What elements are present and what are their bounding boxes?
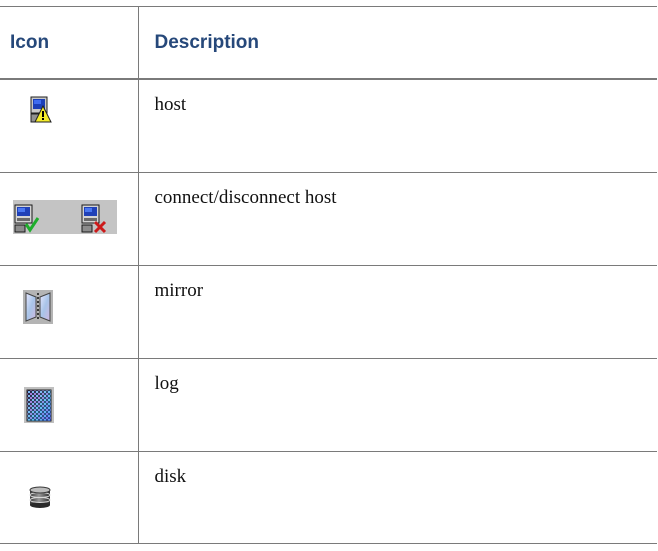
table-row: log bbox=[0, 358, 657, 452]
table-row: disk bbox=[0, 451, 657, 544]
description-cell: host bbox=[137, 78, 657, 173]
table-header-row: Icon Description bbox=[0, 6, 657, 80]
table-row: connect/disconnect host bbox=[0, 172, 657, 266]
description-column-header: Description bbox=[137, 6, 657, 80]
icon-cell bbox=[0, 265, 139, 359]
icon-description-table: Icon Description host connect/disconnect… bbox=[0, 6, 657, 544]
description-cell: log bbox=[137, 358, 657, 452]
host-icon bbox=[30, 96, 52, 124]
icon-cell bbox=[0, 172, 139, 266]
icon-cell bbox=[0, 358, 139, 452]
connect-disconnect-host-icon bbox=[13, 200, 117, 234]
log-icon bbox=[24, 387, 54, 423]
icon-column-header: Icon bbox=[0, 6, 139, 80]
table-row: host bbox=[0, 78, 657, 173]
icon-cell bbox=[0, 451, 139, 544]
description-cell: disk bbox=[137, 451, 657, 544]
description-cell: mirror bbox=[137, 265, 657, 359]
mirror-icon bbox=[23, 290, 53, 324]
disk-icon bbox=[28, 485, 52, 509]
table-row: mirror bbox=[0, 265, 657, 359]
icon-cell bbox=[0, 78, 139, 173]
description-cell: connect/disconnect host bbox=[137, 172, 657, 266]
